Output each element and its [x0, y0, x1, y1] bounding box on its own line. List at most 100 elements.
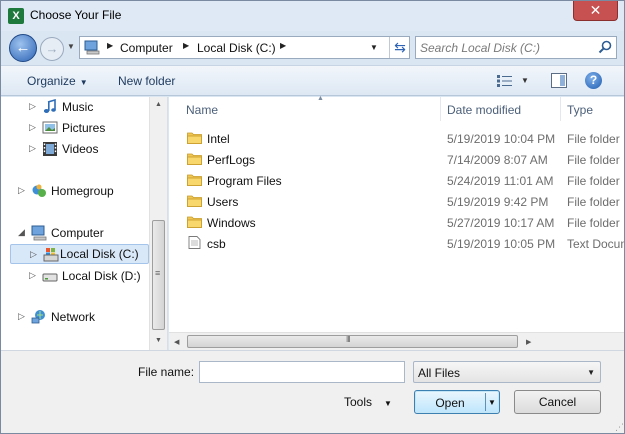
help-icon[interactable]: ? [585, 72, 602, 89]
pictures-icon [42, 121, 58, 134]
file-date-modified: 5/27/2019 10:17 AM [447, 216, 555, 230]
organize-button[interactable]: Organize ▼ [27, 74, 88, 88]
file-type: File folder [567, 132, 620, 146]
folder-icon [187, 173, 202, 186]
cancel-button[interactable]: Cancel [514, 390, 601, 414]
expand-arrow-icon[interactable]: ▷ [29, 101, 36, 112]
file-type-filter-select[interactable]: All Files ▼ [413, 361, 601, 383]
view-options-dropdown-icon[interactable]: ▼ [521, 76, 529, 85]
videos-icon [43, 142, 57, 156]
breadcrumb-separator-icon[interactable]: ▶ [280, 41, 286, 50]
title-bar[interactable]: X Choose Your File ✕ [1, 1, 624, 31]
column-header-name[interactable]: Name ▲ [180, 95, 441, 121]
breadcrumb-separator-icon[interactable]: ▶ [107, 41, 113, 50]
file-date-modified: 5/19/2019 9:42 PM [447, 195, 549, 209]
file-date-modified: 7/14/2009 8:07 AM [447, 153, 548, 167]
tools-label: Tools [344, 395, 373, 409]
back-arrow-icon: ← [15, 39, 31, 56]
search-input[interactable] [420, 39, 592, 56]
file-row[interactable]: Program Files 5/24/2019 11:01 AM File fold… [169, 170, 624, 191]
scrollbar-thumb[interactable] [187, 335, 518, 348]
tools-button[interactable]: Tools ▼ [344, 395, 392, 409]
nav-item-label: Network [51, 310, 96, 324]
scroll-right-arrow-icon[interactable]: ▶ [526, 338, 531, 346]
file-row[interactable]: PerfLogs 7/14/2009 8:07 AM File folder [169, 149, 624, 170]
file-name-input[interactable] [199, 361, 405, 383]
expand-arrow-icon[interactable]: ▷ [18, 311, 25, 322]
breadcrumb-computer[interactable]: Computer [120, 41, 173, 55]
chevron-down-icon: ▼ [79, 78, 88, 87]
file-date-modified: 5/24/2019 11:01 AM [447, 174, 554, 188]
file-name: Users [207, 195, 239, 209]
nav-item-label: Local Disk (D:) [62, 269, 141, 283]
nav-vertical-scrollbar[interactable]: ▲ ▼ [149, 97, 167, 350]
expand-arrow-icon[interactable]: ▷ [18, 185, 25, 196]
change-view-icon[interactable] [496, 74, 514, 88]
search-icon[interactable] [597, 39, 613, 55]
new-folder-button[interactable]: New folder [118, 74, 175, 88]
music-icon [43, 99, 56, 113]
nav-item-network[interactable]: ▷ Network [18, 307, 165, 327]
nav-item-local-disk-c[interactable]: ▷ Local Disk (C:) [10, 244, 149, 264]
file-name: Program Files [207, 174, 282, 188]
forward-arrow-icon: → [45, 41, 59, 56]
open-button[interactable]: Open ▼ [414, 390, 500, 414]
resize-grip-icon[interactable]: ⋰ [615, 422, 624, 433]
computer-icon [31, 225, 47, 241]
computer-icon [84, 40, 100, 55]
nav-item-label: Music [62, 100, 94, 114]
nav-item-computer[interactable]: ◢ Computer [18, 223, 165, 243]
address-bar[interactable]: ▶ Computer ▶ Local Disk (C:) ▶ ▼ ⇆ [79, 36, 410, 59]
folder-icon [187, 215, 202, 228]
split-divider [485, 393, 486, 411]
close-button[interactable]: ✕ [573, 1, 618, 21]
file-date-modified: 5/19/2019 10:05 PM [447, 237, 556, 251]
text-file-icon [187, 236, 202, 249]
expand-arrow-icon[interactable]: ▷ [29, 143, 36, 154]
address-dropdown-icon[interactable]: ▼ [370, 43, 378, 52]
folder-icon [187, 131, 202, 144]
column-header-type[interactable]: Type [561, 97, 624, 121]
homegroup-icon [32, 184, 46, 197]
refresh-icon: ⇆ [394, 39, 406, 55]
file-name: Intel [207, 132, 230, 146]
back-button[interactable]: ← [9, 34, 37, 62]
file-type: Text Document [567, 237, 624, 251]
breadcrumb-separator-icon[interactable]: ▶ [183, 41, 189, 50]
search-box[interactable] [415, 36, 617, 59]
scroll-left-arrow-icon[interactable]: ◀ [174, 338, 179, 346]
file-row[interactable]: csb 5/19/2019 10:05 PM Text Document [169, 233, 624, 254]
forward-button[interactable]: → [40, 37, 64, 61]
organize-label: Organize [27, 74, 76, 88]
breadcrumb-local-disk-c[interactable]: Local Disk (C:) [197, 41, 276, 55]
column-header-date-modified[interactable]: Date modified [441, 97, 561, 121]
chevron-down-icon: ▼ [587, 368, 595, 377]
file-row[interactable]: Users 5/19/2019 9:42 PM File folder [169, 191, 624, 212]
expand-arrow-icon[interactable]: ▷ [30, 249, 37, 260]
nav-item-label: Computer [51, 226, 104, 240]
file-horizontal-scrollbar[interactable]: ◀ ▶ [169, 332, 624, 350]
preview-pane-icon[interactable] [551, 73, 567, 88]
expand-arrow-icon[interactable]: ▷ [29, 270, 36, 281]
file-type: File folder [567, 153, 620, 167]
file-type: File folder [567, 216, 620, 230]
file-name-label: File name: [138, 365, 195, 379]
collapse-arrow-icon[interactable]: ◢ [18, 227, 25, 238]
nav-item-label: Local Disk (C:) [60, 247, 139, 261]
scroll-down-arrow-icon[interactable]: ▼ [155, 337, 162, 344]
nav-item-homegroup[interactable]: ▷ Homegroup [18, 181, 165, 201]
file-name: PerfLogs [207, 153, 256, 167]
file-type: File folder [567, 195, 620, 209]
open-options-dropdown-icon[interactable]: ▼ [488, 398, 496, 407]
file-row[interactable]: Intel 5/19/2019 10:04 PM File folder [169, 128, 624, 149]
file-row[interactable]: Windows 5/27/2019 10:17 AM File folder [169, 212, 624, 233]
column-header-label: Date modified [447, 103, 522, 117]
file-type-filter-value: All Files [418, 366, 461, 380]
scroll-up-arrow-icon[interactable]: ▲ [155, 101, 162, 108]
network-icon [31, 310, 45, 324]
recent-locations-dropdown[interactable]: ▼ [67, 42, 75, 51]
expand-arrow-icon[interactable]: ▷ [29, 122, 36, 133]
window-title: Choose Your File [30, 8, 122, 22]
scrollbar-thumb[interactable] [152, 220, 165, 330]
refresh-button[interactable]: ⇆ [389, 37, 410, 58]
